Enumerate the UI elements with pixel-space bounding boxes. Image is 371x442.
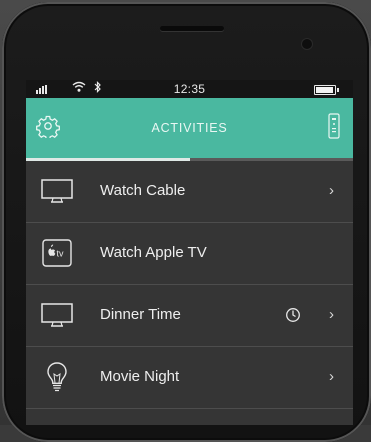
page-title: ACTIVITIES [151, 121, 228, 135]
activity-item-dinner-time[interactable]: Dinner Time › [26, 285, 353, 347]
apple-tv-badge: tv [57, 249, 65, 259]
phone-camera [302, 39, 312, 49]
tv-icon [40, 175, 74, 207]
activity-item-watch-apple-tv[interactable]: tv Watch Apple TV [26, 223, 353, 285]
status-bar: 12:35 [26, 80, 353, 98]
activity-label: Movie Night [100, 368, 180, 385]
tv-icon [40, 299, 74, 331]
activity-label: Dinner Time [100, 306, 181, 323]
activities-list: Watch Cable › tv Watch Apple TV Dinner T… [26, 161, 353, 409]
activities-header: ACTIVITIES [26, 98, 353, 158]
activity-label: Watch Apple TV [100, 244, 207, 261]
activity-label: Watch Cable [100, 182, 186, 199]
chevron-right-icon: › [329, 182, 334, 199]
apple-tv-icon: tv [40, 237, 74, 269]
remote-icon[interactable] [326, 112, 342, 140]
activity-item-movie-night[interactable]: Movie Night › [26, 347, 353, 409]
chevron-right-icon: › [329, 368, 334, 385]
lightbulb-icon [40, 361, 74, 393]
status-time: 12:35 [173, 82, 206, 96]
battery-icon [314, 85, 339, 95]
phone-speaker [160, 26, 224, 31]
activity-item-watch-cable[interactable]: Watch Cable › [26, 161, 353, 223]
phone-screen: 12:35 ACTIVITIES Watch Cable › tv Watch … [26, 80, 353, 425]
chevron-right-icon: › [329, 306, 334, 323]
timer-icon[interactable] [285, 307, 301, 323]
